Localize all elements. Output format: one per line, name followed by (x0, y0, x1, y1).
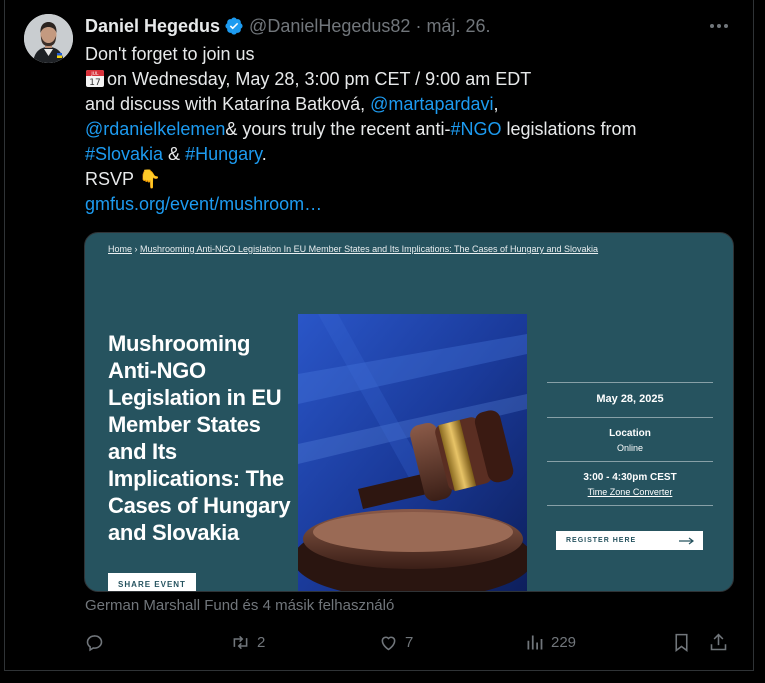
tweet-line-text: and discuss with Katarína Batková, (85, 94, 371, 114)
more-options-icon[interactable] (707, 16, 731, 36)
retweet-count: 2 (257, 634, 266, 651)
tweet-line-text: & (163, 144, 186, 164)
tweet-line: JUL 17 on Wednesday, May 28, 3:00 pm CET… (85, 67, 705, 92)
verified-badge-icon (224, 16, 244, 36)
share-event-button[interactable]: SHARE EVENT (108, 573, 196, 591)
mention-link[interactable]: @rdanielkelemen (85, 119, 225, 139)
url-link[interactable]: gmfus.org/event/mushroom… (85, 194, 322, 214)
action-bar: 2 7 229 (84, 632, 734, 658)
tweet-line: RSVP 👇 (85, 167, 705, 192)
tweet-line-text: legislations from (501, 119, 637, 139)
tweet-line-text: . (261, 144, 267, 164)
location-block: Location Online (547, 418, 713, 461)
reply-button[interactable] (84, 632, 105, 653)
avatar[interactable] (24, 14, 73, 63)
event-title: Mushrooming Anti-NGO Legislation in EU M… (108, 331, 291, 545)
heart-icon (381, 636, 396, 651)
breadcrumb-home[interactable]: Home (108, 244, 132, 254)
hashtag-link[interactable]: #NGO (450, 119, 501, 139)
breadcrumb-separator: › (132, 244, 141, 254)
separator-dot: · (415, 15, 422, 36)
bookmark-button[interactable] (671, 632, 692, 653)
views-button[interactable]: 229 (524, 632, 576, 653)
svg-text:JUL: JUL (90, 71, 99, 77)
event-time: 3:00 - 4:30pm CEST (583, 472, 677, 483)
link-card[interactable]: Home › Mushrooming Anti-NGO Legislation … (84, 232, 734, 592)
arrow-right-icon (679, 537, 694, 544)
author-name[interactable]: Daniel Hegedus (85, 16, 220, 37)
reply-icon (86, 635, 103, 652)
gavel-photo (298, 314, 527, 591)
hashtag-link[interactable]: #Slovakia (85, 144, 163, 164)
mention-link[interactable]: @martapardavi (370, 94, 493, 114)
tweet-line-text: Don't forget to join us (85, 44, 255, 64)
social-context[interactable]: German Marshall Fund és 4 másik felhaszn… (85, 597, 394, 614)
author-handle[interactable]: @DanielHegedus82 (249, 16, 410, 37)
hashtag-link[interactable]: #Hungary (185, 144, 262, 164)
tweet-line: gmfus.org/event/mushroom… (85, 192, 705, 217)
location-label: Location (609, 428, 651, 439)
register-button[interactable]: REGISTER HERE (556, 531, 703, 550)
like-button[interactable]: 7 (378, 632, 413, 653)
tweet-date[interactable]: máj. 26. (426, 16, 490, 37)
tweet-line: and discuss with Katarína Batková, @mart… (85, 92, 705, 117)
time-block: 3:00 - 4:30pm CEST Time Zone Converter (547, 462, 713, 505)
view-count: 229 (551, 634, 577, 651)
like-count: 7 (405, 634, 414, 651)
bookmark-icon (675, 633, 688, 652)
event-details: May 28, 2025 Location Online 3:00 - 4:30… (547, 382, 713, 506)
retweet-icon (233, 635, 248, 650)
tweet-line-text: & yours truly the recent anti- (225, 119, 451, 139)
breadcrumb: Home › Mushrooming Anti-NGO Legislation … (108, 244, 598, 254)
tweet-text: Don't forget to join us JUL 17 on Wednes… (85, 42, 705, 217)
calendar-icon: JUL 17 (85, 68, 105, 88)
tweet-header: Daniel Hegedus @DanielHegedus82 · máj. 2… (85, 14, 490, 38)
breadcrumb-page[interactable]: Mushrooming Anti-NGO Legislation In EU M… (140, 244, 598, 254)
share-button[interactable] (708, 632, 729, 653)
tweet-line-text: , (493, 94, 499, 114)
register-label: REGISTER HERE (566, 537, 637, 544)
analytics-icon (527, 635, 543, 650)
svg-text:17: 17 (89, 78, 100, 88)
time-zone-link[interactable]: Time Zone Converter (547, 487, 713, 497)
tweet-line: @rdanielkelemen& yours truly the recent … (85, 117, 705, 142)
tweet-line: #Slovakia & #Hungary. (85, 142, 705, 167)
avatar-image (24, 14, 73, 63)
tweet-line-text: on Wednesday, May 28, 3:00 pm CET / 9:00… (107, 69, 532, 89)
divider (547, 505, 713, 506)
share-icon (710, 633, 727, 651)
rsvp-text: RSVP 👇 (85, 169, 162, 189)
tweet-line: Don't forget to join us (85, 42, 705, 67)
location-value: Online (616, 443, 643, 453)
retweet-button[interactable]: 2 (230, 632, 265, 653)
event-date: May 28, 2025 (596, 393, 664, 405)
